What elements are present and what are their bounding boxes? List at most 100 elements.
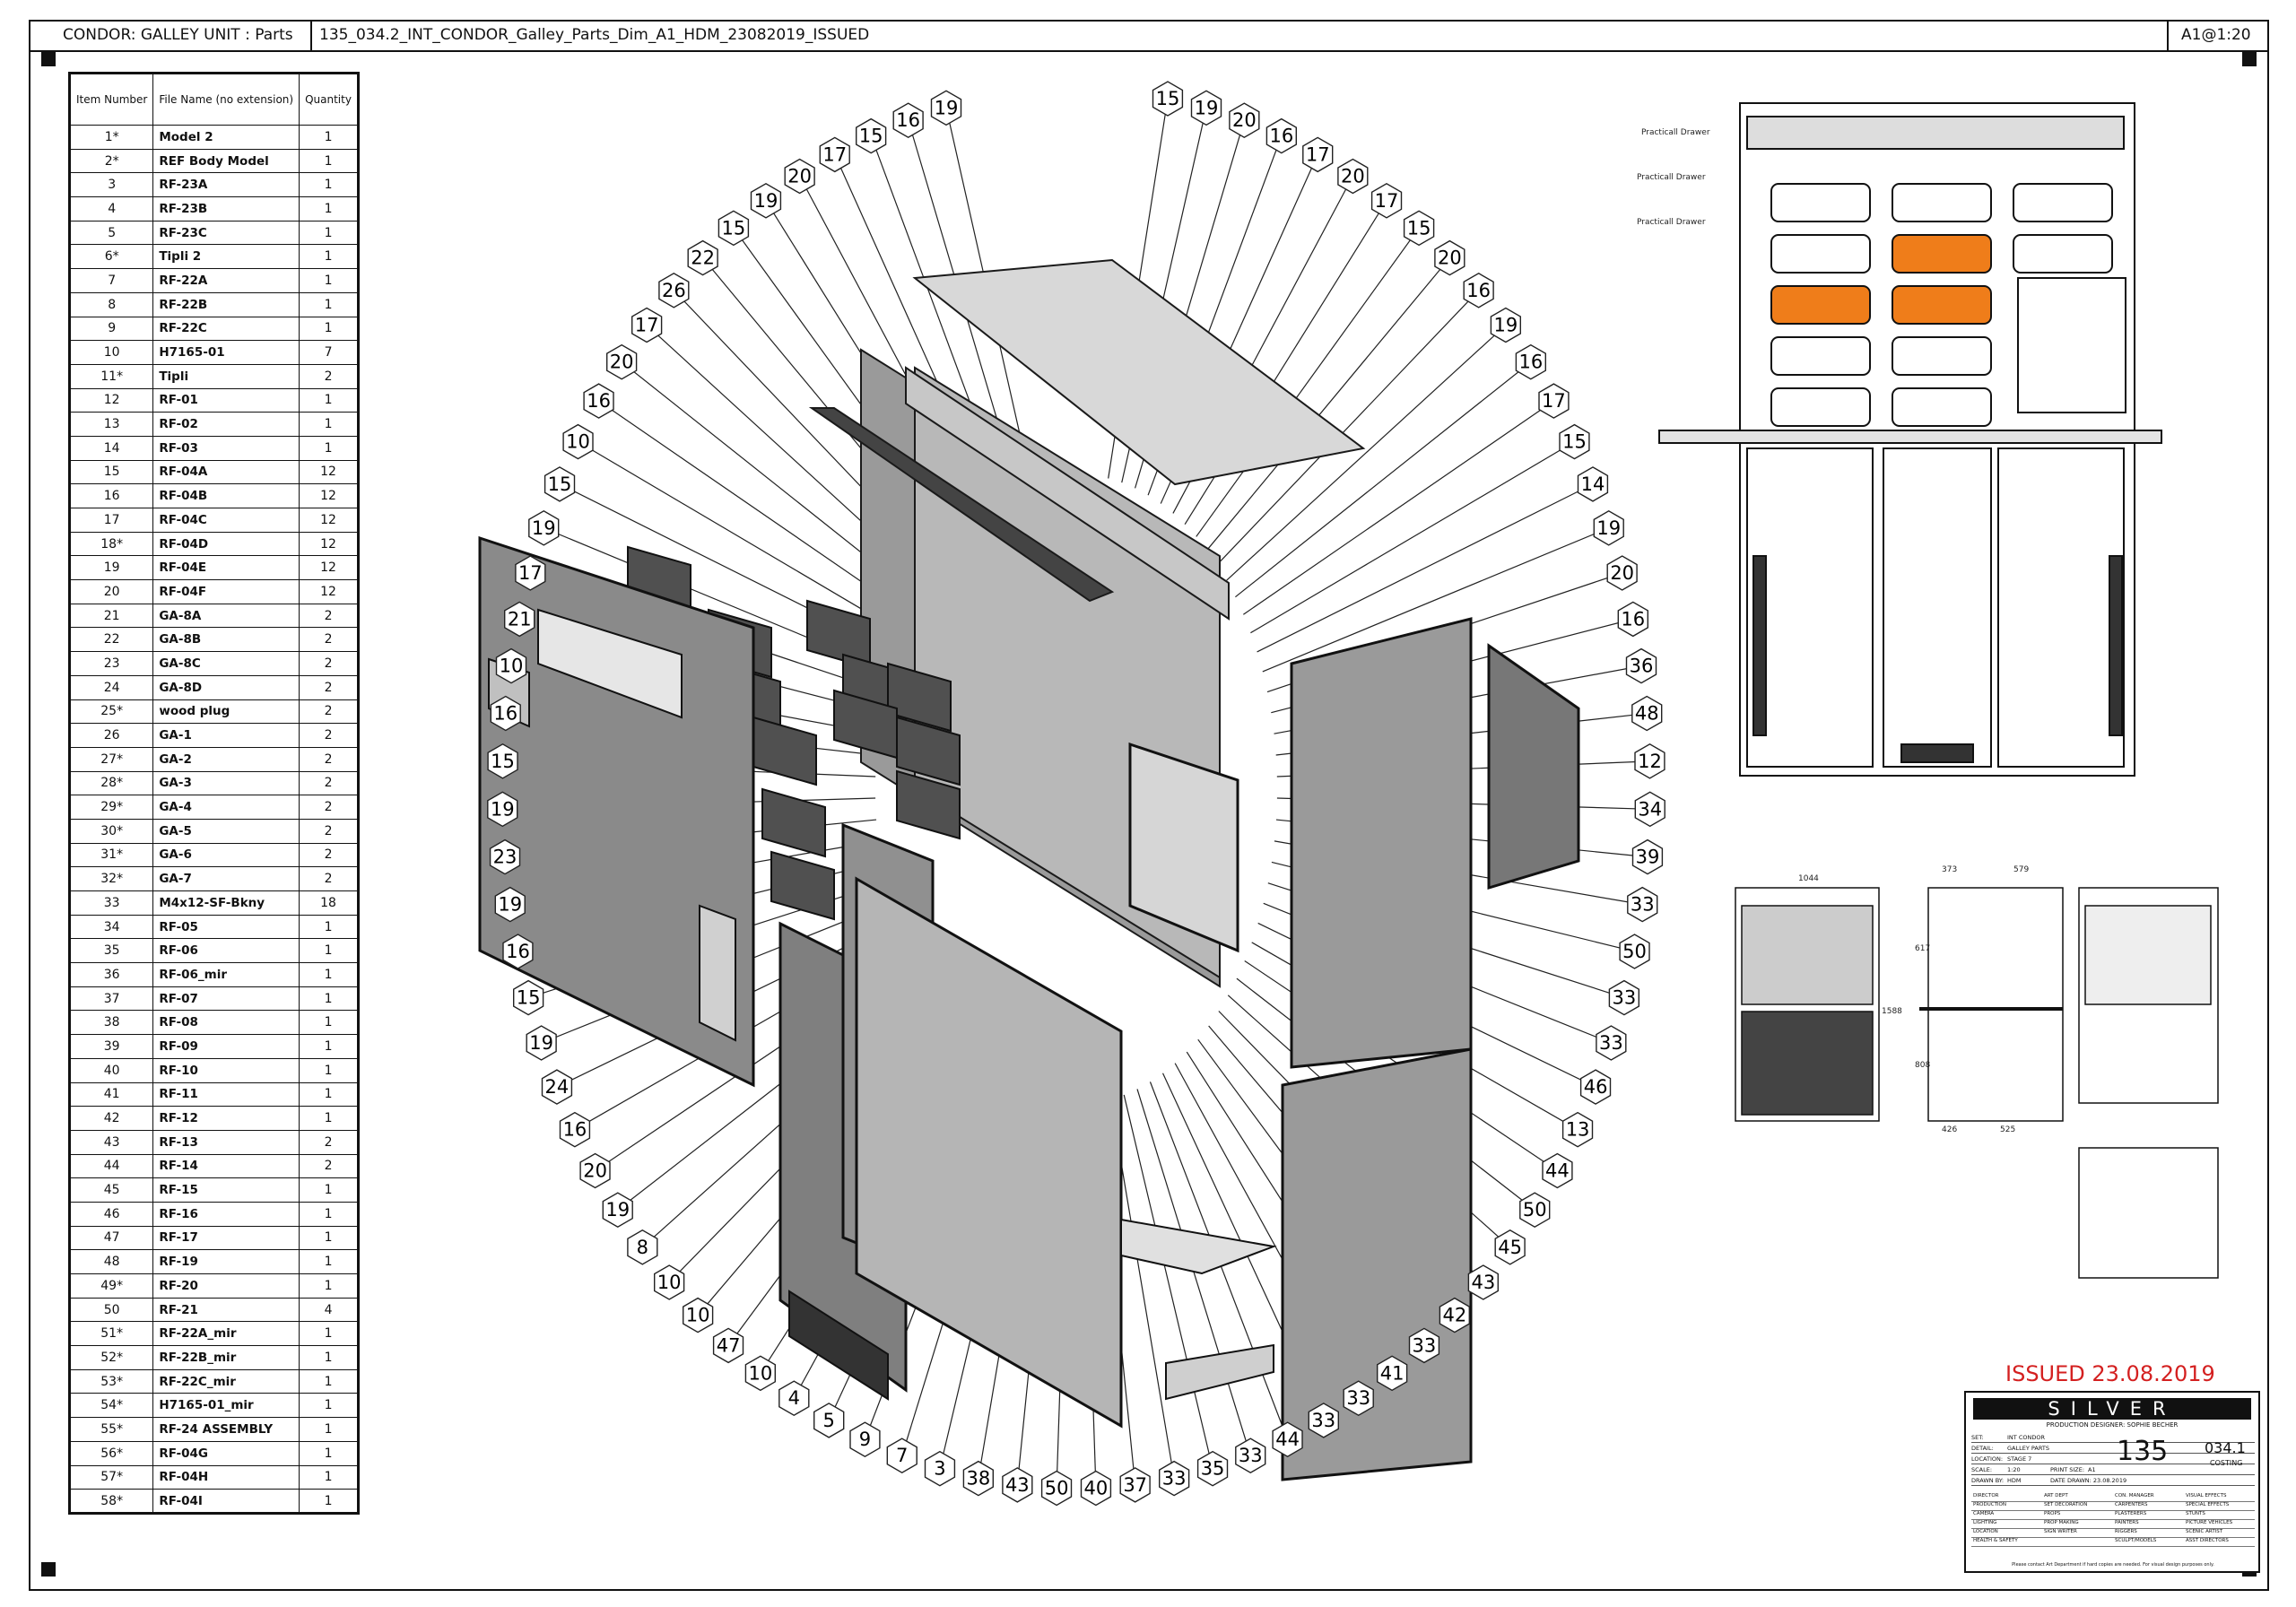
small-front-upper (1741, 905, 1874, 1005)
callout-number: 15 (1407, 217, 1431, 239)
small-plan-view (2078, 1147, 2219, 1279)
dept-cell: PLASTERERS (2115, 1511, 2147, 1516)
sheet-number: 034.1 (2205, 1439, 2246, 1456)
elevation-drawer (2013, 234, 2113, 274)
callout-balloon: 16 (892, 102, 924, 139)
callout-number: 19 (498, 894, 522, 916)
dept-cell: PRODUCTION (1973, 1502, 2006, 1507)
callout-number: 21 (508, 608, 532, 630)
callout-balloon: 19 (750, 182, 782, 219)
dept-cell: PROPS (2044, 1511, 2061, 1516)
callout-balloon: 38 (962, 1460, 995, 1497)
callout-balloon: 34 (1634, 791, 1665, 828)
leader-line (1250, 441, 1575, 634)
callout-balloon: 39 (1631, 838, 1664, 875)
dept-cell: ASST DIRECTORS (2186, 1538, 2229, 1543)
callout-number: 23 (493, 847, 517, 868)
dept-cell: LIGHTING (1973, 1520, 1997, 1525)
callout-balloon: 17 (819, 136, 850, 173)
dept-cell: SET DECORATION (2044, 1502, 2088, 1507)
callout-balloon: 17 (1302, 136, 1334, 173)
callout-number: 19 (532, 517, 556, 539)
dept-row: CAMERA PROPS PLASTERERS STUNTS (1971, 1511, 2255, 1520)
callout-balloon: 20 (1606, 555, 1638, 591)
title-block-field: HDM (2007, 1477, 2022, 1484)
drawer-front (770, 850, 835, 921)
title-block-field: GALLEY PARTS (2007, 1445, 2049, 1452)
callout-balloon: 50 (1519, 1192, 1551, 1229)
title-block-field: SET: (1971, 1434, 1984, 1441)
dept-cell: CARPENTERS (2115, 1502, 2148, 1507)
callout-number: 19 (605, 1199, 630, 1220)
callout-number: 40 (1084, 1478, 1109, 1499)
callout-number: 16 (493, 703, 517, 725)
bin-unit (1487, 643, 1580, 890)
elevation-drawer (1892, 183, 1992, 222)
callout-balloon: 24 (541, 1069, 573, 1105)
callout-balloon: 20 (606, 343, 638, 380)
dept-cell: CON. MANAGER (2115, 1493, 2154, 1498)
small-front-lower (1741, 1011, 1874, 1116)
callout-balloon: 10 (654, 1264, 685, 1300)
callout-number: 48 (1635, 703, 1659, 725)
callout-balloon: 33 (1596, 1025, 1627, 1061)
callout-balloon: 15 (856, 117, 887, 154)
callout-number: 20 (1438, 248, 1462, 269)
callout-balloon: 20 (784, 158, 815, 195)
callout-number: 33 (1311, 1410, 1335, 1431)
dept-cell: SPECIAL EFFECTS (2186, 1502, 2230, 1507)
small-rear-inner (2084, 905, 2212, 1005)
callout-balloon: 10 (562, 423, 594, 460)
callout-number: 10 (749, 1362, 773, 1384)
dept-cell: PICTURE VEHICLES (2186, 1520, 2233, 1525)
callout-balloon: 50 (1040, 1470, 1073, 1507)
callout-number: 16 (563, 1119, 587, 1141)
callout-number: 26 (662, 280, 686, 301)
callout-balloon: 17 (631, 307, 663, 343)
elevation-drawer (1770, 387, 1871, 427)
callout-balloon: 33 (1627, 886, 1658, 923)
callout-number: 44 (1275, 1429, 1300, 1450)
dept-cell: SCULPT/MODELS (2115, 1538, 2157, 1543)
callout-number: 17 (1542, 390, 1566, 412)
callout-number: 16 (896, 109, 920, 131)
callout-balloon: 15 (513, 979, 544, 1016)
callout-number: 19 (529, 1032, 553, 1054)
callout-balloon: 15 (1403, 210, 1435, 247)
callout-number: 33 (1239, 1445, 1263, 1466)
practical-drawer-label-3: Practicall Drawer (1637, 218, 1706, 227)
title-block-field: DRAWN BY: (1971, 1477, 2005, 1484)
callout-balloon: 7 (886, 1438, 918, 1474)
callout-balloon: 19 (1190, 90, 1222, 126)
callout-number: 19 (1195, 97, 1219, 118)
elevation-drawer (1770, 336, 1871, 376)
dept-cell: RIGGERS (2115, 1529, 2137, 1534)
callout-number: 43 (1005, 1474, 1030, 1496)
callout-balloon: 19 (602, 1192, 633, 1229)
callout-number: 3 (934, 1458, 945, 1480)
callout-balloon: 4 (778, 1380, 810, 1417)
callout-balloon: 20 (1229, 102, 1260, 139)
callout-number: 10 (500, 656, 524, 677)
callout-number: 8 (637, 1237, 648, 1258)
callout-number: 39 (1636, 847, 1660, 868)
title-block-field: DETAIL: (1971, 1445, 1994, 1452)
callout-balloon: 47 (712, 1327, 744, 1364)
callout-balloon: 45 (1494, 1229, 1526, 1265)
callout-number: 47 (717, 1334, 741, 1356)
production-designer: PRODUCTION DESIGNER: SOPHIE BECHER (2046, 1421, 2179, 1429)
elevation-drawer (1770, 183, 1871, 222)
callout-number: 15 (722, 217, 746, 239)
dept-row: HEALTH & SAFETY SCULPT/MODELS ASST DIRECTO… (1971, 1538, 2255, 1547)
callout-number: 33 (1162, 1468, 1187, 1490)
dept-cell: PAINTERS (2115, 1520, 2139, 1525)
callout-number: 20 (1610, 562, 1634, 584)
drawer-annotations: Practicall Drawer Practicall Drawer Prac… (1637, 128, 1710, 227)
callout-balloon: 37 (1119, 1467, 1151, 1503)
callout-balloon: 19 (1490, 307, 1522, 343)
callout-balloon: 44 (1542, 1152, 1573, 1189)
lower-right-door (1997, 447, 2125, 768)
callout-balloon: 16 (583, 383, 614, 419)
callout-balloon: 14 (1577, 466, 1609, 502)
company-logo: SILVER (1973, 1398, 2251, 1420)
